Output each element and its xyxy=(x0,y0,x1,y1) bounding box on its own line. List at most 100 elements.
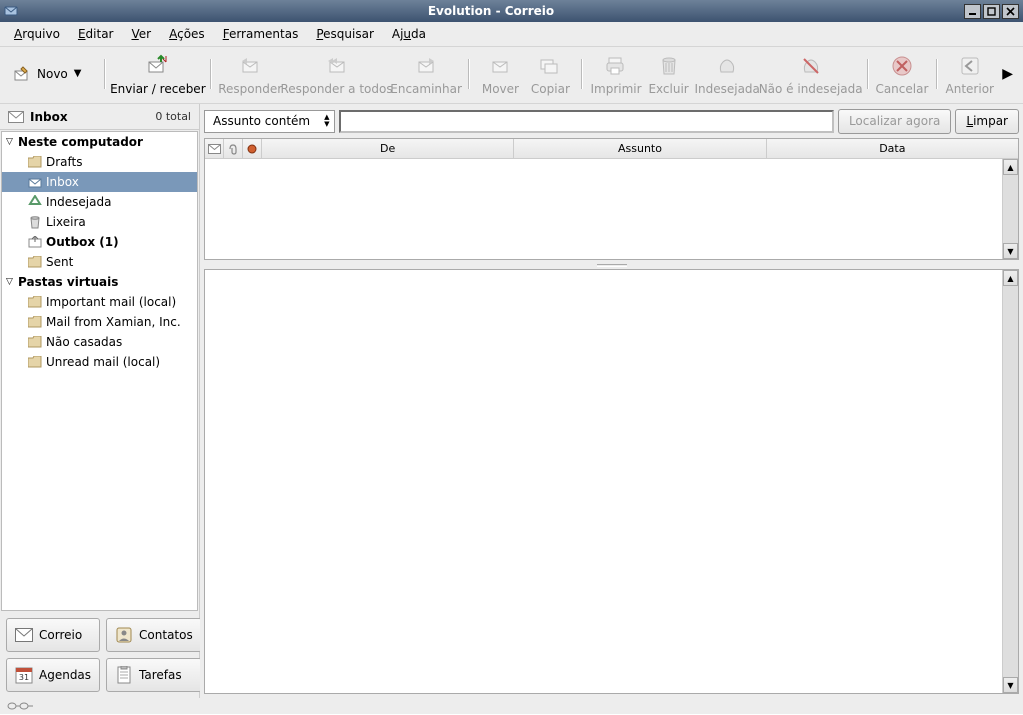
folder-drafts[interactable]: Drafts xyxy=(2,152,197,172)
forward-button[interactable]: Encaminhar xyxy=(390,50,462,98)
send-receive-button[interactable]: Enviar / receber xyxy=(112,50,205,98)
maximize-button[interactable] xyxy=(983,4,1000,19)
collapse-icon: ▽ xyxy=(6,277,16,287)
menu-ferramentas[interactable]: Ferramentas xyxy=(215,24,307,44)
inbox-icon xyxy=(28,175,42,189)
vfolder-xamian[interactable]: Mail from Xamian, Inc. xyxy=(2,312,197,332)
folder-icon xyxy=(28,155,42,169)
mail-icon xyxy=(15,626,33,644)
send-receive-label: Enviar / receber xyxy=(110,82,206,96)
delete-button[interactable]: Excluir xyxy=(644,50,694,98)
content-area: Assunto contém ▲▼ Localizar agora Limpar… xyxy=(200,104,1023,698)
print-icon xyxy=(604,54,628,78)
folder-outbox[interactable]: Outbox (1) xyxy=(2,232,197,252)
folder-icon xyxy=(28,335,42,349)
column-attachment[interactable] xyxy=(224,139,243,158)
scroll-down-button[interactable]: ▼ xyxy=(1003,677,1018,693)
column-date[interactable]: Data xyxy=(767,139,1018,158)
previous-icon xyxy=(958,54,982,78)
column-flag[interactable] xyxy=(243,139,262,158)
message-list: De Assunto Data ▲ ▼ xyxy=(204,138,1019,260)
folder-icon xyxy=(28,255,42,269)
search-field-select[interactable]: Assunto contém ▲▼ xyxy=(204,110,335,133)
new-button-label: Novo xyxy=(37,67,68,81)
new-button[interactable]: Novo ▼ xyxy=(4,60,90,88)
scroll-track[interactable] xyxy=(1003,286,1018,677)
preview-pane: ▲ ▼ xyxy=(204,269,1019,694)
switch-calendar-button[interactable]: 31Agendas xyxy=(6,658,100,692)
close-button[interactable] xyxy=(1002,4,1019,19)
folder-junk[interactable]: Indesejada xyxy=(2,192,197,212)
switch-mail-button[interactable]: Correio xyxy=(6,618,100,652)
list-scrollbar[interactable]: ▲ ▼ xyxy=(1002,159,1018,259)
switch-contacts-button[interactable]: Contatos xyxy=(106,618,202,652)
vfolder-unmatched[interactable]: Não casadas xyxy=(2,332,197,352)
pane-splitter[interactable] xyxy=(200,262,1023,269)
svg-text:31: 31 xyxy=(19,673,29,682)
recycle-icon xyxy=(28,195,42,209)
reply-all-label: Responder a todos xyxy=(280,82,392,96)
menu-ver[interactable]: Ver xyxy=(124,24,160,44)
folder-inbox[interactable]: Inbox xyxy=(2,172,197,192)
cancel-button[interactable]: Cancelar xyxy=(874,50,931,98)
copy-button[interactable]: Copiar xyxy=(525,50,575,98)
print-button[interactable]: Imprimir xyxy=(588,50,643,98)
menu-editar[interactable]: Editar xyxy=(70,24,122,44)
folder-icon xyxy=(28,355,42,369)
vfolder-unread[interactable]: Unread mail (local) xyxy=(2,352,197,372)
vfolder-important[interactable]: Important mail (local) xyxy=(2,292,197,312)
scroll-up-button[interactable]: ▲ xyxy=(1003,159,1018,175)
scroll-track[interactable] xyxy=(1003,175,1018,243)
toolbar-separator xyxy=(934,54,939,94)
scroll-down-button[interactable]: ▼ xyxy=(1003,243,1018,259)
tree-group-local[interactable]: ▽Neste computador xyxy=(2,132,197,152)
chevron-down-icon: ▼ xyxy=(74,68,82,79)
trash-icon xyxy=(657,54,681,78)
folder-sent[interactable]: Sent xyxy=(2,252,197,272)
folder-tree[interactable]: ▽Neste computador Drafts Inbox Indesejad… xyxy=(1,131,198,611)
junk-button[interactable]: Indesejada xyxy=(694,50,761,98)
toolbar-overflow-button[interactable]: ▶ xyxy=(996,66,1019,82)
folder-icon xyxy=(28,295,42,309)
search-field-label: Assunto contém xyxy=(213,114,310,128)
toolbar-separator xyxy=(208,54,213,94)
minimize-button[interactable] xyxy=(964,4,981,19)
reply-button[interactable]: Responder xyxy=(217,50,283,98)
message-list-body[interactable]: ▲ ▼ xyxy=(205,159,1018,259)
menu-pesquisar[interactable]: Pesquisar xyxy=(308,24,382,44)
send-receive-icon xyxy=(146,54,170,78)
trash-icon xyxy=(28,215,42,229)
search-input[interactable] xyxy=(339,110,834,133)
message-list-header: De Assunto Data xyxy=(205,139,1018,159)
move-button[interactable]: Mover xyxy=(475,50,525,98)
switch-tasks-button[interactable]: Tarefas xyxy=(106,658,202,692)
scroll-up-button[interactable]: ▲ xyxy=(1003,270,1018,286)
sidebar-header: Inbox 0 total xyxy=(0,104,199,130)
column-subject[interactable]: Assunto xyxy=(514,139,766,158)
app-icon xyxy=(4,4,18,18)
menu-arquivo[interactable]: Arquivo xyxy=(6,24,68,44)
compose-icon xyxy=(13,65,31,83)
not-junk-button[interactable]: Não é indesejada xyxy=(761,50,861,98)
menu-ajuda[interactable]: Ajuda xyxy=(384,24,434,44)
window-title: Evolution - Correio xyxy=(18,4,964,18)
move-icon xyxy=(488,54,512,78)
move-label: Mover xyxy=(482,82,519,96)
preview-scrollbar[interactable]: ▲ ▼ xyxy=(1002,270,1018,693)
find-now-button[interactable]: Localizar agora xyxy=(838,109,951,134)
column-envelope[interactable] xyxy=(205,139,224,158)
print-label: Imprimir xyxy=(590,82,641,96)
junk-icon xyxy=(715,54,739,78)
tree-group-virtual[interactable]: ▽Pastas virtuais xyxy=(2,272,197,292)
column-from[interactable]: De xyxy=(262,139,514,158)
forward-label: Encaminhar xyxy=(390,82,462,96)
toolbar-separator xyxy=(466,54,471,94)
reply-all-button[interactable]: Responder a todos xyxy=(283,50,390,98)
clear-button[interactable]: Limpar xyxy=(955,109,1019,134)
previous-button[interactable]: Anterior xyxy=(943,50,996,98)
sidebar: Inbox 0 total ▽Neste computador Drafts I… xyxy=(0,104,200,698)
menu-acoes[interactable]: Ações xyxy=(161,24,213,44)
folder-icon xyxy=(28,315,42,329)
not-junk-label: Não é indesejada xyxy=(759,82,863,96)
folder-trash[interactable]: Lixeira xyxy=(2,212,197,232)
